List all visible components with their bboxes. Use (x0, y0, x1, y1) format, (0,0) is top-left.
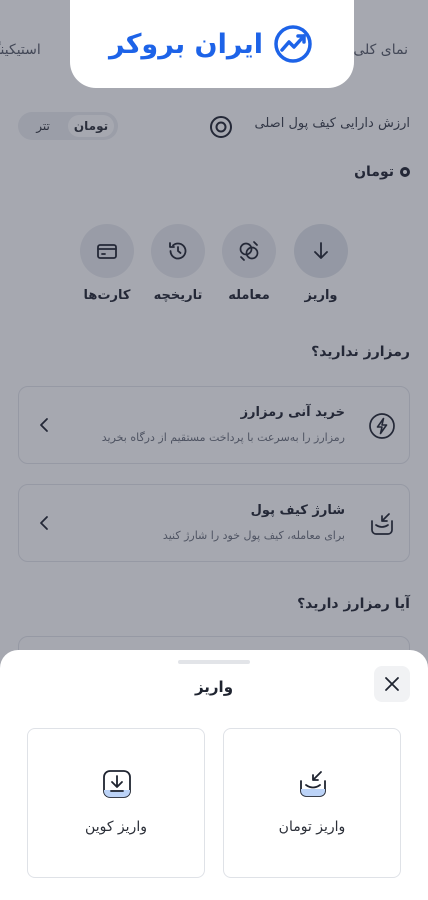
coin-deposit-icon (103, 770, 131, 798)
deposit-toman-label: واریز تومان (278, 819, 346, 835)
deposit-coin-label: واریز کوین (85, 819, 147, 835)
sheet-grabber[interactable] (178, 660, 250, 664)
brand-logo-icon (274, 25, 312, 63)
brand-logo-text: ایران بروکر (108, 28, 264, 60)
wallet-charge-icon (300, 771, 326, 797)
deposit-coin-option[interactable]: واریز کوین (27, 728, 205, 878)
close-icon (385, 677, 399, 691)
close-button[interactable] (374, 666, 410, 702)
brand-header: ایران بروکر (70, 0, 354, 88)
deposit-toman-option[interactable]: واریز تومان (223, 728, 401, 878)
sheet-title: واریز (194, 678, 234, 696)
deposit-sheet: واریز واریز تومان واریز کوین (0, 650, 428, 900)
